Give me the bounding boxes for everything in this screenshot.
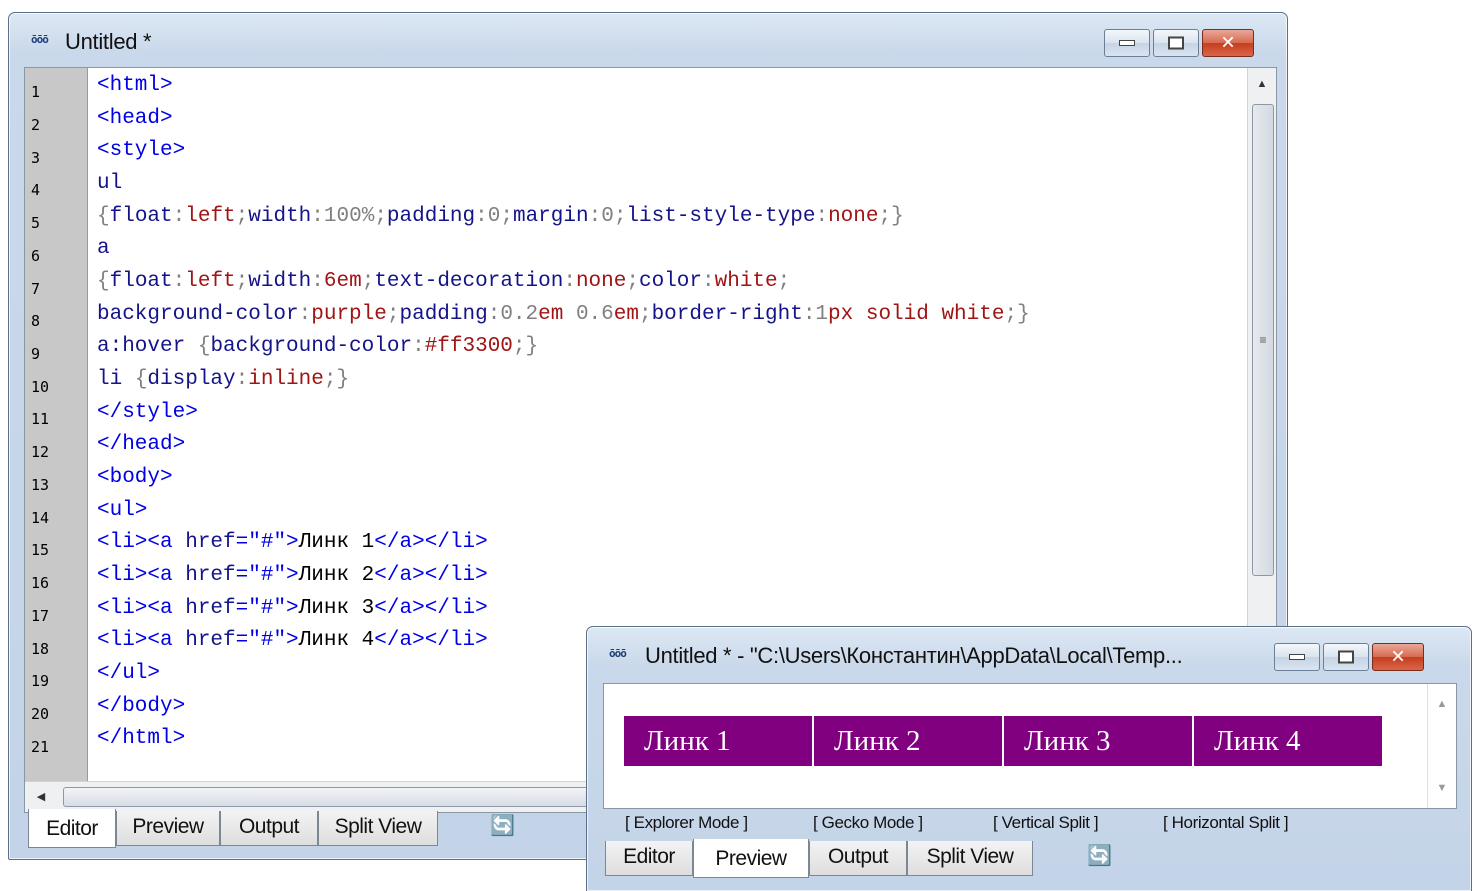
nav-link[interactable]: Линк 2 [814, 716, 1004, 766]
close-icon: ✕ [1390, 646, 1406, 668]
tab-output[interactable]: Output [220, 811, 318, 846]
code-line: <html> [97, 74, 173, 97]
code-line: <li><a href="#">Линк 1</a></li> [97, 531, 488, 554]
nav-list: Линк 1 Линк 2 Линк 3 Линк 4 [624, 716, 1384, 766]
vertical-split-link[interactable]: [ Vertical Split ] [993, 813, 1099, 833]
nav-link[interactable]: Линк 3 [1004, 716, 1194, 766]
scroll-left-icon[interactable]: ◀ [29, 782, 53, 812]
preview-titlebar[interactable]: ōōō Untitled * - "C:\Users\Константин\Ap… [587, 627, 1471, 681]
app-icon: ōōō [31, 33, 49, 46]
line-number: 14 [31, 509, 50, 527]
line-number: 16 [31, 574, 50, 592]
scrollbar-thumb[interactable]: ≡ [1252, 104, 1274, 576]
scroll-up-icon[interactable]: ▲ [1428, 692, 1456, 716]
line-number: 11 [31, 410, 50, 428]
line-number: 6 [31, 247, 41, 265]
code-line: <li><a href="#">Линк 2</a></li> [97, 564, 488, 587]
nav-link[interactable]: Линк 4 [1194, 716, 1384, 766]
tab-preview[interactable]: Preview [116, 811, 220, 846]
line-number: 9 [31, 345, 41, 363]
code-line: a [97, 237, 110, 260]
line-number: 19 [31, 672, 50, 690]
close-button[interactable]: ✕ [1202, 29, 1254, 57]
code-line: <style> [97, 139, 186, 162]
preview-window: ōōō Untitled * - "C:\Users\Константин\Ap… [586, 626, 1472, 891]
line-number: 8 [31, 312, 41, 330]
close-button[interactable]: ✕ [1372, 643, 1424, 671]
line-number: 5 [31, 214, 41, 232]
code-line: <li><a href="#">Линк 4</a></li> [97, 629, 488, 652]
horizontal-split-link[interactable]: [ Horizontal Split ] [1163, 813, 1289, 833]
tab-split-view[interactable]: Split View [907, 841, 1033, 876]
close-icon: ✕ [1220, 32, 1236, 54]
tab-editor[interactable]: Editor [28, 809, 116, 848]
line-number: 20 [31, 705, 50, 723]
vertical-scrollbar[interactable]: ▲ ▼ [1427, 684, 1456, 808]
tab-split-view[interactable]: Split View [318, 811, 438, 846]
maximize-button[interactable] [1323, 643, 1369, 671]
line-number-gutter: 1 2 3 4 5 6 7 8 9 10 11 12 13 14 15 16 1… [25, 68, 88, 782]
code-line: {float:left;width:100%;padding:0;margin:… [97, 205, 904, 228]
line-number: 4 [31, 181, 41, 199]
preview-pane: Линк 1 Линк 2 Линк 3 Линк 4 ▲ ▼ [603, 683, 1457, 809]
code-line: <ul> [97, 499, 148, 522]
line-number: 18 [31, 640, 50, 658]
line-number: 17 [31, 607, 50, 625]
render-mode-bar: [ Explorer Mode ] [ Gecko Mode ] [ Verti… [603, 813, 1455, 839]
code-line: </head> [97, 433, 186, 456]
line-number: 2 [31, 116, 41, 134]
refresh-icon[interactable]: 🔄 [1087, 843, 1112, 868]
code-line: </body> [97, 695, 186, 718]
tab-output[interactable]: Output [809, 841, 907, 876]
maximize-button[interactable] [1153, 29, 1199, 57]
app-icon: ōōō [609, 647, 627, 660]
code-line: <body> [97, 466, 173, 489]
code-line: ul [97, 172, 123, 195]
window-title: Untitled * [65, 29, 152, 54]
minimize-button[interactable] [1274, 643, 1320, 671]
code-line: </style> [97, 401, 198, 424]
refresh-icon[interactable]: 🔄 [490, 813, 515, 838]
code-line: li {display:inline;} [97, 368, 350, 391]
code-line: </ul> [97, 662, 161, 685]
editor-titlebar[interactable]: ōōō Untitled * ✕ [9, 13, 1287, 67]
maximize-icon [1168, 36, 1184, 50]
line-number: 10 [31, 378, 50, 396]
line-number: 1 [31, 83, 41, 101]
tab-preview[interactable]: Preview [693, 839, 809, 878]
code-line: <head> [97, 107, 173, 130]
scroll-down-icon[interactable]: ▼ [1428, 776, 1456, 800]
minimize-icon [1289, 654, 1305, 660]
window-title: Untitled * - "C:\Users\Константин\AppDat… [645, 643, 1183, 668]
grip-icon: ≡ [1259, 333, 1267, 347]
scroll-up-icon[interactable]: ▲ [1248, 72, 1276, 96]
code-line: background-color:purple;padding:0.2em 0.… [97, 303, 1030, 326]
preview-tab-bar: Editor Preview Output Split View 🔄 [603, 839, 1455, 891]
code-line: </html> [97, 727, 186, 750]
line-number: 7 [31, 280, 41, 298]
code-line: {float:left;width:6em;text-decoration:no… [97, 270, 791, 293]
scrollbar-thumb[interactable] [63, 787, 625, 807]
maximize-icon [1338, 650, 1354, 664]
line-number: 21 [31, 738, 50, 756]
minimize-button[interactable] [1104, 29, 1150, 57]
gecko-mode-link[interactable]: [ Gecko Mode ] [813, 813, 923, 833]
minimize-icon [1119, 40, 1135, 46]
line-number: 12 [31, 443, 50, 461]
code-line: a:hover {background-color:#ff3300;} [97, 335, 539, 358]
explorer-mode-link[interactable]: [ Explorer Mode ] [625, 813, 748, 833]
nav-link[interactable]: Линк 1 [624, 716, 814, 766]
line-number: 3 [31, 149, 41, 167]
code-line: <li><a href="#">Линк 3</a></li> [97, 597, 488, 620]
tab-editor[interactable]: Editor [605, 841, 693, 876]
line-number: 15 [31, 541, 50, 559]
line-number: 13 [31, 476, 50, 494]
